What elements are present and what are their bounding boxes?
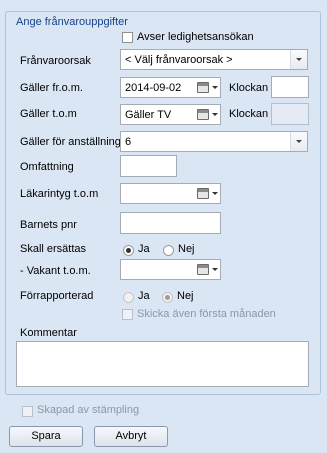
valid-from-time-input[interactable] <box>271 76 309 98</box>
compensate-no-label: Nej <box>178 243 195 255</box>
calendar-dropdown-button[interactable] <box>194 184 220 203</box>
send-first-month-checkbox[interactable] <box>122 309 133 320</box>
leave-request-label: Avser ledighetsansökan <box>137 31 254 43</box>
valid-to-time-label: Klockan <box>229 108 269 120</box>
valid-to-label: Gäller t.o.m <box>20 108 77 120</box>
valid-to-value: Gäller TV <box>125 109 172 121</box>
chevron-down-icon <box>212 268 218 271</box>
chevron-down-icon[interactable] <box>290 132 307 151</box>
absence-reason-label: Frånvaroorsak <box>20 55 91 67</box>
chevron-down-icon <box>212 113 218 116</box>
extent-input[interactable] <box>120 155 177 177</box>
child-pnr-label: Barnets pnr <box>20 219 77 231</box>
compensate-yes-radio[interactable] <box>123 245 134 256</box>
vacant-to-label: - Vakant t.o.m. <box>20 265 91 277</box>
save-button[interactable]: Spara <box>9 426 83 447</box>
valid-to-date-picker[interactable]: Gäller TV <box>120 104 221 125</box>
created-by-stamp-label: Skapad av stämpling <box>37 404 140 416</box>
pre-reported-yes-label: Ja <box>138 290 150 302</box>
pre-reported-label: Förrapporterad <box>20 290 94 302</box>
valid-from-value: 2014-09-02 <box>125 82 182 94</box>
comment-label: Kommentar <box>20 327 77 339</box>
calendar-icon <box>197 188 209 199</box>
calendar-icon <box>197 109 209 120</box>
created-by-stamp-checkbox[interactable] <box>22 406 33 417</box>
valid-from-label: Gäller fr.o.m. <box>20 82 83 94</box>
chevron-down-icon[interactable] <box>290 50 307 69</box>
absence-reason-value: < Välj frånvaroorsak > <box>125 54 233 66</box>
child-pnr-input[interactable] <box>120 212 221 234</box>
vacant-to-date-picker[interactable] <box>120 259 221 280</box>
extent-label: Omfattning <box>20 161 74 173</box>
valid-from-time-label: Klockan <box>229 82 269 94</box>
employment-select[interactable]: 6 <box>120 131 308 152</box>
compensate-no-radio[interactable] <box>163 245 174 256</box>
comment-textarea[interactable] <box>16 341 309 387</box>
chevron-down-icon <box>212 192 218 195</box>
send-first-month-label: Skicka även första månaden <box>137 308 276 320</box>
cancel-button[interactable]: Avbryt <box>94 426 168 447</box>
absence-reason-select[interactable]: < Välj frånvaroorsak > <box>120 49 308 70</box>
compensate-yes-label: Ja <box>138 243 150 255</box>
calendar-dropdown-button[interactable] <box>194 260 220 279</box>
medical-certificate-date-picker[interactable] <box>120 183 221 204</box>
pre-reported-no-label: Nej <box>177 290 194 302</box>
group-title: Ange frånvarouppgifter <box>14 16 130 28</box>
valid-from-date-picker[interactable]: 2014-09-02 <box>120 77 221 98</box>
employment-label: Gäller för anställning <box>20 136 121 148</box>
compensate-label: Skall ersättas <box>20 243 87 255</box>
leave-request-checkbox[interactable] <box>122 32 133 43</box>
calendar-dropdown-button[interactable] <box>194 78 220 97</box>
calendar-icon <box>197 264 209 275</box>
pre-reported-yes-radio[interactable] <box>123 292 134 303</box>
calendar-dropdown-button[interactable] <box>194 105 220 124</box>
employment-value: 6 <box>125 136 132 148</box>
medical-certificate-label: Läkarintyg t.o.m <box>20 188 99 200</box>
chevron-down-icon <box>212 86 218 89</box>
pre-reported-no-radio[interactable] <box>162 292 173 303</box>
calendar-icon <box>197 82 209 93</box>
valid-to-time-input <box>271 103 309 125</box>
